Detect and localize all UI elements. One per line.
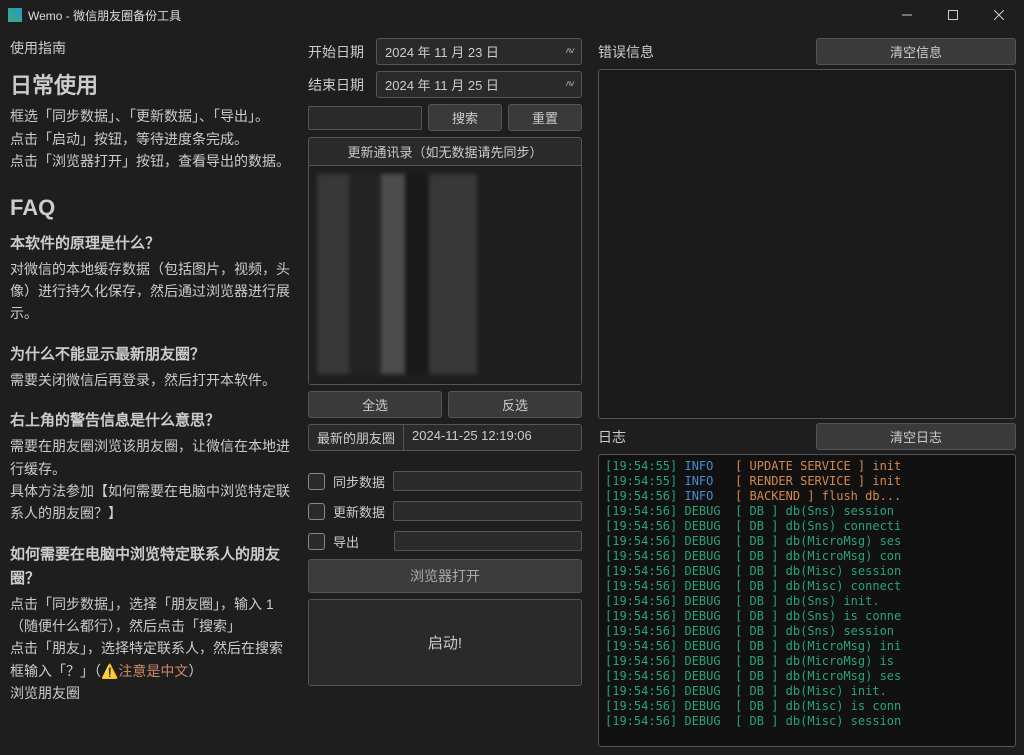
warning-icon: ⚠️注意是中文 <box>101 663 188 679</box>
doc-a4: 点击「同步数据」，选择「朋友圈」，输入 1（随便什么都行），然后点击「搜索」 点… <box>10 593 290 705</box>
log-line: [19:54:56] INFO [ BACKEND ] flush db... <box>605 489 1009 504</box>
doc-a1: 对微信的本地缓存数据（包括图片，视频，头像）进行持久化保存，然后通过浏览器进行展… <box>10 258 290 325</box>
minimize-button[interactable] <box>884 0 930 30</box>
latest-label: 最新的朋友圈 <box>309 425 404 450</box>
log-line: [19:54:56] DEBUG [ DB ] db(Misc) connect <box>605 579 1009 594</box>
doc-a3: 需要在朋友圈浏览该朋友圈，让微信在本地进行缓存。 具体方法参加【如何需要在电脑中… <box>10 435 290 525</box>
clear-error-button[interactable]: 清空信息 <box>816 38 1016 65</box>
export-label: 导出 <box>333 532 359 551</box>
log-output[interactable]: [19:54:55] INFO [ UPDATE SERVICE ] init[… <box>598 454 1016 747</box>
update-checkbox[interactable] <box>308 503 325 520</box>
error-label: 错误信息 <box>598 42 660 62</box>
log-line: [19:54:56] DEBUG [ DB ] db(Misc) session <box>605 564 1009 579</box>
log-line: [19:54:56] DEBUG [ DB ] db(MicroMsg) con <box>605 549 1009 564</box>
doc-q2: 为什么不能显示最新朋友圈？ <box>10 343 290 367</box>
doc-daily-text: 框选「同步数据」、「更新数据」、「导出」。 点击「启动」按钮，等待进度条完成。 … <box>10 105 290 172</box>
chevron-updown-icon: ˄˅ <box>565 46 573 57</box>
sync-checkbox[interactable] <box>308 473 325 490</box>
reset-button[interactable]: 重置 <box>508 104 582 131</box>
maximize-button[interactable] <box>930 0 976 30</box>
end-date-picker[interactable]: 2024 年 11 月 25 日 ˄˅ <box>376 71 582 98</box>
doc-a2: 需要关闭微信后再登录，然后打开本软件。 <box>10 369 290 391</box>
log-line: [19:54:56] DEBUG [ DB ] db(Sns) session <box>605 504 1009 519</box>
controls-panel: 开始日期 2024 年 11 月 23 日 ˄˅ 结束日期 2024 年 11 … <box>300 30 590 755</box>
log-line: [19:54:55] INFO [ UPDATE SERVICE ] init <box>605 459 1009 474</box>
contacts-box-title: 更新通讯录（如无数据请先同步） <box>309 138 581 166</box>
log-line: [19:54:56] DEBUG [ DB ] db(Sns) session <box>605 624 1009 639</box>
update-label: 更新数据 <box>333 502 385 521</box>
titlebar: Wemo - 微信朋友圈备份工具 <box>0 0 1024 30</box>
doc-q1: 本软件的原理是什么？ <box>10 232 290 256</box>
log-line: [19:54:56] DEBUG [ DB ] db(Sns) connecti <box>605 519 1009 534</box>
start-date-label: 开始日期 <box>308 42 370 62</box>
search-input[interactable] <box>308 106 422 130</box>
sync-progress <box>393 471 582 491</box>
log-line: [19:54:56] DEBUG [ DB ] db(Sns) init. <box>605 594 1009 609</box>
contacts-blurred <box>317 174 477 374</box>
latest-moments-field: 最新的朋友圈 2024-11-25 12:19:06 <box>308 424 582 451</box>
chevron-updown-icon: ˄˅ <box>565 79 573 90</box>
log-line: [19:54:56] DEBUG [ DB ] db(Sns) is conne <box>605 609 1009 624</box>
update-progress <box>393 501 582 521</box>
log-line: [19:54:56] DEBUG [ DB ] db(MicroMsg) is <box>605 654 1009 669</box>
export-progress <box>394 531 582 551</box>
close-button[interactable] <box>976 0 1022 30</box>
browser-open-button[interactable]: 浏览器打开 <box>308 559 582 593</box>
log-line: [19:54:56] DEBUG [ DB ] db(MicroMsg) ini <box>605 639 1009 654</box>
latest-value: 2024-11-25 12:19:06 <box>404 425 581 450</box>
start-date-picker[interactable]: 2024 年 11 月 23 日 ˄˅ <box>376 38 582 65</box>
search-button[interactable]: 搜索 <box>428 104 502 131</box>
select-inverse-button[interactable]: 反选 <box>448 391 582 418</box>
select-all-button[interactable]: 全选 <box>308 391 442 418</box>
doc-q4: 如何需要在电脑中浏览特定联系人的朋友圈？ <box>10 543 290 591</box>
log-line: [19:54:56] DEBUG [ DB ] db(Misc) is conn <box>605 699 1009 714</box>
log-line: [19:54:56] DEBUG [ DB ] db(Misc) init. <box>605 684 1009 699</box>
sync-label: 同步数据 <box>333 472 385 491</box>
log-label: 日志 <box>598 427 660 447</box>
end-date-label: 结束日期 <box>308 75 370 95</box>
log-line: [19:54:56] DEBUG [ DB ] db(MicroMsg) ses <box>605 669 1009 684</box>
log-line: [19:54:56] DEBUG [ DB ] db(Misc) session <box>605 714 1009 729</box>
contacts-list[interactable] <box>309 166 581 384</box>
window-title: Wemo - 微信朋友圈备份工具 <box>28 7 884 24</box>
guide-heading: 使用指南 <box>10 38 290 58</box>
doc-q3: 右上角的警告信息是什么意思？ <box>10 409 290 433</box>
log-line: [19:54:55] INFO [ RENDER SERVICE ] init <box>605 474 1009 489</box>
log-line: [19:54:56] DEBUG [ DB ] db(MicroMsg) ses <box>605 534 1009 549</box>
app-icon <box>8 8 22 22</box>
contacts-box: 更新通讯录（如无数据请先同步） <box>308 137 582 385</box>
doc-faq-heading: FAQ <box>10 190 290 225</box>
doc-daily-heading: 日常使用 <box>10 68 290 103</box>
error-output[interactable] <box>598 69 1016 419</box>
clear-log-button[interactable]: 清空日志 <box>816 423 1016 450</box>
export-checkbox[interactable] <box>308 533 325 550</box>
guide-panel: 使用指南 日常使用 框选「同步数据」、「更新数据」、「导出」。 点击「启动」按钮… <box>0 30 300 755</box>
start-button[interactable]: 启动! <box>308 599 582 686</box>
log-panel: 错误信息 清空信息 日志 清空日志 [19:54:55] INFO [ UPDA… <box>590 30 1024 755</box>
